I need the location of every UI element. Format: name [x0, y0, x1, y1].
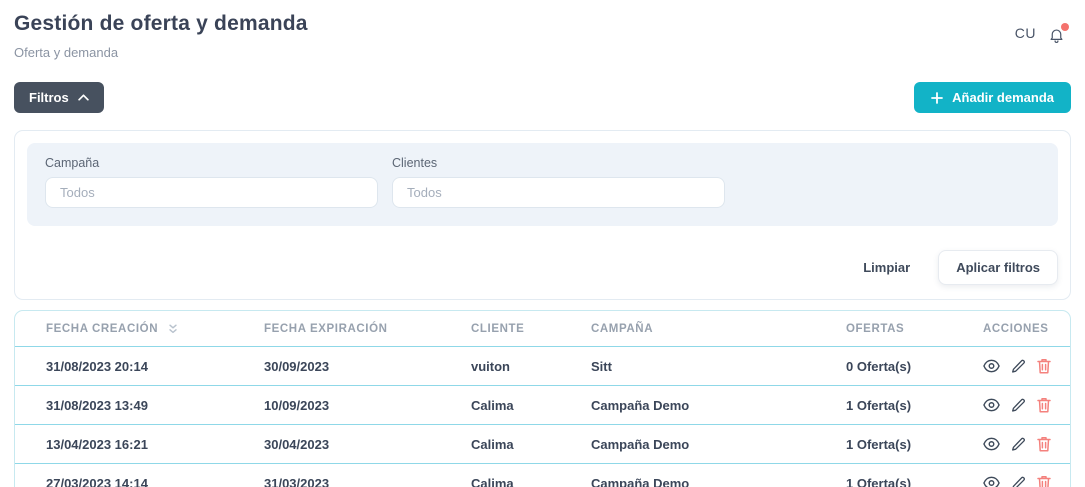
- cell-fecha-expiracion: 31/03/2023: [264, 464, 471, 487]
- offer-demand-page: Gestión de oferta y demanda Oferta y dem…: [0, 0, 1085, 487]
- trash-icon: [1037, 436, 1051, 452]
- filters-panel: Campaña Clientes Limpiar Aplicar filtros: [14, 130, 1071, 300]
- header-user-area: CU: [1015, 22, 1065, 44]
- trash-icon: [1037, 475, 1051, 487]
- table-row: 27/03/2023 14:14 31/03/2023 Calima Campa…: [15, 464, 1070, 487]
- apply-filters-button[interactable]: Aplicar filtros: [938, 250, 1058, 285]
- cell-fecha-creacion: 31/08/2023 20:14: [15, 347, 264, 386]
- eye-icon: [983, 398, 1000, 412]
- filters-button-label: Filtros: [29, 90, 69, 105]
- campaign-field-label: Campaña: [45, 156, 378, 170]
- table-row: 31/08/2023 20:14 30/09/2023 vuiton Sitt …: [15, 347, 1070, 386]
- table-header: FECHA CREACIÓN FECHA EXPIRACIÓN CLIENTE …: [15, 311, 1070, 347]
- filters-footer: Limpiar Aplicar filtros: [15, 238, 1070, 299]
- cell-campana: Sitt: [591, 347, 846, 386]
- cell-ofertas: 1 Oferta(s): [846, 464, 983, 487]
- filters-toggle-button[interactable]: Filtros: [14, 82, 104, 113]
- pencil-icon: [1011, 359, 1026, 374]
- cell-ofertas: 1 Oferta(s): [846, 425, 983, 464]
- chevron-up-icon: [78, 94, 89, 101]
- cell-campana: Campaña Demo: [591, 386, 846, 425]
- demand-table: FECHA CREACIÓN FECHA EXPIRACIÓN CLIENTE …: [15, 311, 1070, 487]
- campaign-input[interactable]: [45, 177, 378, 208]
- notification-badge: [1061, 23, 1069, 31]
- delete-action-button[interactable]: [1037, 436, 1051, 452]
- cell-fecha-expiracion: 30/04/2023: [264, 425, 471, 464]
- edit-action-button[interactable]: [1011, 398, 1026, 413]
- cell-fecha-creacion: 13/04/2023 16:21: [15, 425, 264, 464]
- column-header-fecha-expiracion[interactable]: FECHA EXPIRACIÓN: [264, 311, 471, 347]
- pencil-icon: [1011, 476, 1026, 487]
- cell-fecha-creacion: 27/03/2023 14:14: [15, 464, 264, 487]
- cell-fecha-expiracion: 10/09/2023: [264, 386, 471, 425]
- cell-acciones: [983, 347, 1070, 386]
- column-header-acciones: ACCIONES: [983, 311, 1070, 347]
- table-row: 13/04/2023 16:21 30/04/2023 Calima Campa…: [15, 425, 1070, 464]
- table-row: 31/08/2023 13:49 10/09/2023 Calima Campa…: [15, 386, 1070, 425]
- demand-table-card: FECHA CREACIÓN FECHA EXPIRACIÓN CLIENTE …: [14, 310, 1071, 487]
- page-title: Gestión de oferta y demanda: [14, 12, 1071, 36]
- trash-icon: [1037, 358, 1051, 374]
- campaign-field: Campaña: [45, 156, 378, 208]
- edit-action-button[interactable]: [1011, 359, 1026, 374]
- column-header-ofertas[interactable]: OFERTAS: [846, 311, 983, 347]
- cell-cliente: vuiton: [471, 347, 591, 386]
- plus-icon: [931, 92, 943, 104]
- toolbar: Filtros Añadir demanda: [14, 82, 1071, 113]
- pencil-icon: [1011, 398, 1026, 413]
- clients-field: Clientes: [392, 156, 725, 208]
- eye-icon: [983, 437, 1000, 451]
- trash-icon: [1037, 397, 1051, 413]
- delete-action-button[interactable]: [1037, 358, 1051, 374]
- delete-action-button[interactable]: [1037, 475, 1051, 487]
- edit-action-button[interactable]: [1011, 476, 1026, 487]
- edit-action-button[interactable]: [1011, 437, 1026, 452]
- breadcrumb: Oferta y demanda: [14, 45, 1071, 60]
- cell-fecha-expiracion: 30/09/2023: [264, 347, 471, 386]
- user-initials[interactable]: CU: [1015, 25, 1036, 41]
- cell-cliente: Calima: [471, 425, 591, 464]
- table-body: 31/08/2023 20:14 30/09/2023 vuiton Sitt …: [15, 347, 1070, 487]
- clients-field-label: Clientes: [392, 156, 725, 170]
- column-header-fecha-creacion[interactable]: FECHA CREACIÓN: [15, 311, 264, 347]
- add-demand-label: Añadir demanda: [952, 90, 1054, 105]
- eye-icon: [983, 359, 1000, 373]
- sort-descending-icon[interactable]: [167, 323, 179, 335]
- cell-ofertas: 1 Oferta(s): [846, 386, 983, 425]
- cell-campana: Campaña Demo: [591, 425, 846, 464]
- notifications-bell-icon[interactable]: [1048, 26, 1065, 44]
- filters-fields-area: Campaña Clientes: [27, 143, 1058, 226]
- eye-icon: [983, 476, 1000, 487]
- delete-action-button[interactable]: [1037, 397, 1051, 413]
- cell-fecha-creacion: 31/08/2023 13:49: [15, 386, 264, 425]
- column-header-campana[interactable]: CAMPAÑA: [591, 311, 846, 347]
- cell-acciones: [983, 464, 1070, 487]
- pencil-icon: [1011, 437, 1026, 452]
- view-action-button[interactable]: [983, 398, 1000, 412]
- cell-acciones: [983, 386, 1070, 425]
- view-action-button[interactable]: [983, 437, 1000, 451]
- cell-acciones: [983, 425, 1070, 464]
- clients-input[interactable]: [392, 177, 725, 208]
- clear-filters-button[interactable]: Limpiar: [863, 260, 910, 275]
- cell-cliente: Calima: [471, 386, 591, 425]
- cell-cliente: Calima: [471, 464, 591, 487]
- cell-campana: Campaña Demo: [591, 464, 846, 487]
- column-header-cliente[interactable]: CLIENTE: [471, 311, 591, 347]
- add-demand-button[interactable]: Añadir demanda: [914, 82, 1071, 113]
- view-action-button[interactable]: [983, 359, 1000, 373]
- cell-ofertas: 0 Oferta(s): [846, 347, 983, 386]
- view-action-button[interactable]: [983, 476, 1000, 487]
